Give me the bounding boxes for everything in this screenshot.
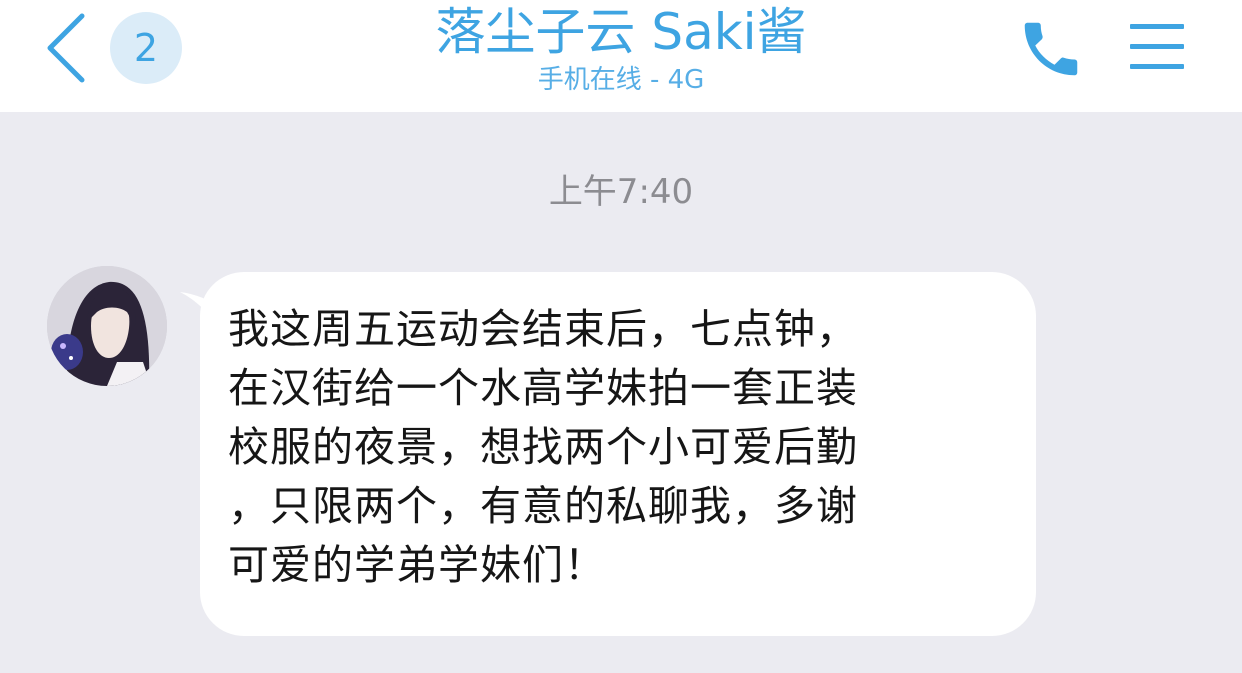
chat-title-block[interactable]: 落尘子云 Saki酱 手机在线 - 4G: [300, 0, 942, 96]
chevron-left-icon: [47, 13, 85, 83]
phone-icon: [1024, 22, 1078, 76]
contact-name: 落尘子云 Saki酱: [435, 3, 807, 61]
hamburger-menu-icon: [1130, 24, 1184, 29]
hamburger-menu-icon: [1130, 64, 1184, 69]
back-button[interactable]: [38, 10, 94, 86]
nav-header: 2 落尘子云 Saki酱 手机在线 - 4G: [0, 0, 1242, 112]
unread-count-badge[interactable]: 2: [110, 12, 182, 84]
sender-avatar[interactable]: [47, 266, 167, 386]
hamburger-menu-icon: [1130, 44, 1184, 49]
message-text: 我这周五运动会结束后，七点钟， 在汉街给一个水高学妹拍一套正装 校服的夜景，想找…: [228, 305, 858, 589]
call-button[interactable]: [1016, 14, 1086, 84]
contact-status: 手机在线 - 4G: [537, 65, 705, 95]
menu-button[interactable]: [1128, 18, 1186, 76]
avatar-image: [47, 266, 167, 386]
message-timestamp: 上午7:40: [548, 172, 694, 212]
